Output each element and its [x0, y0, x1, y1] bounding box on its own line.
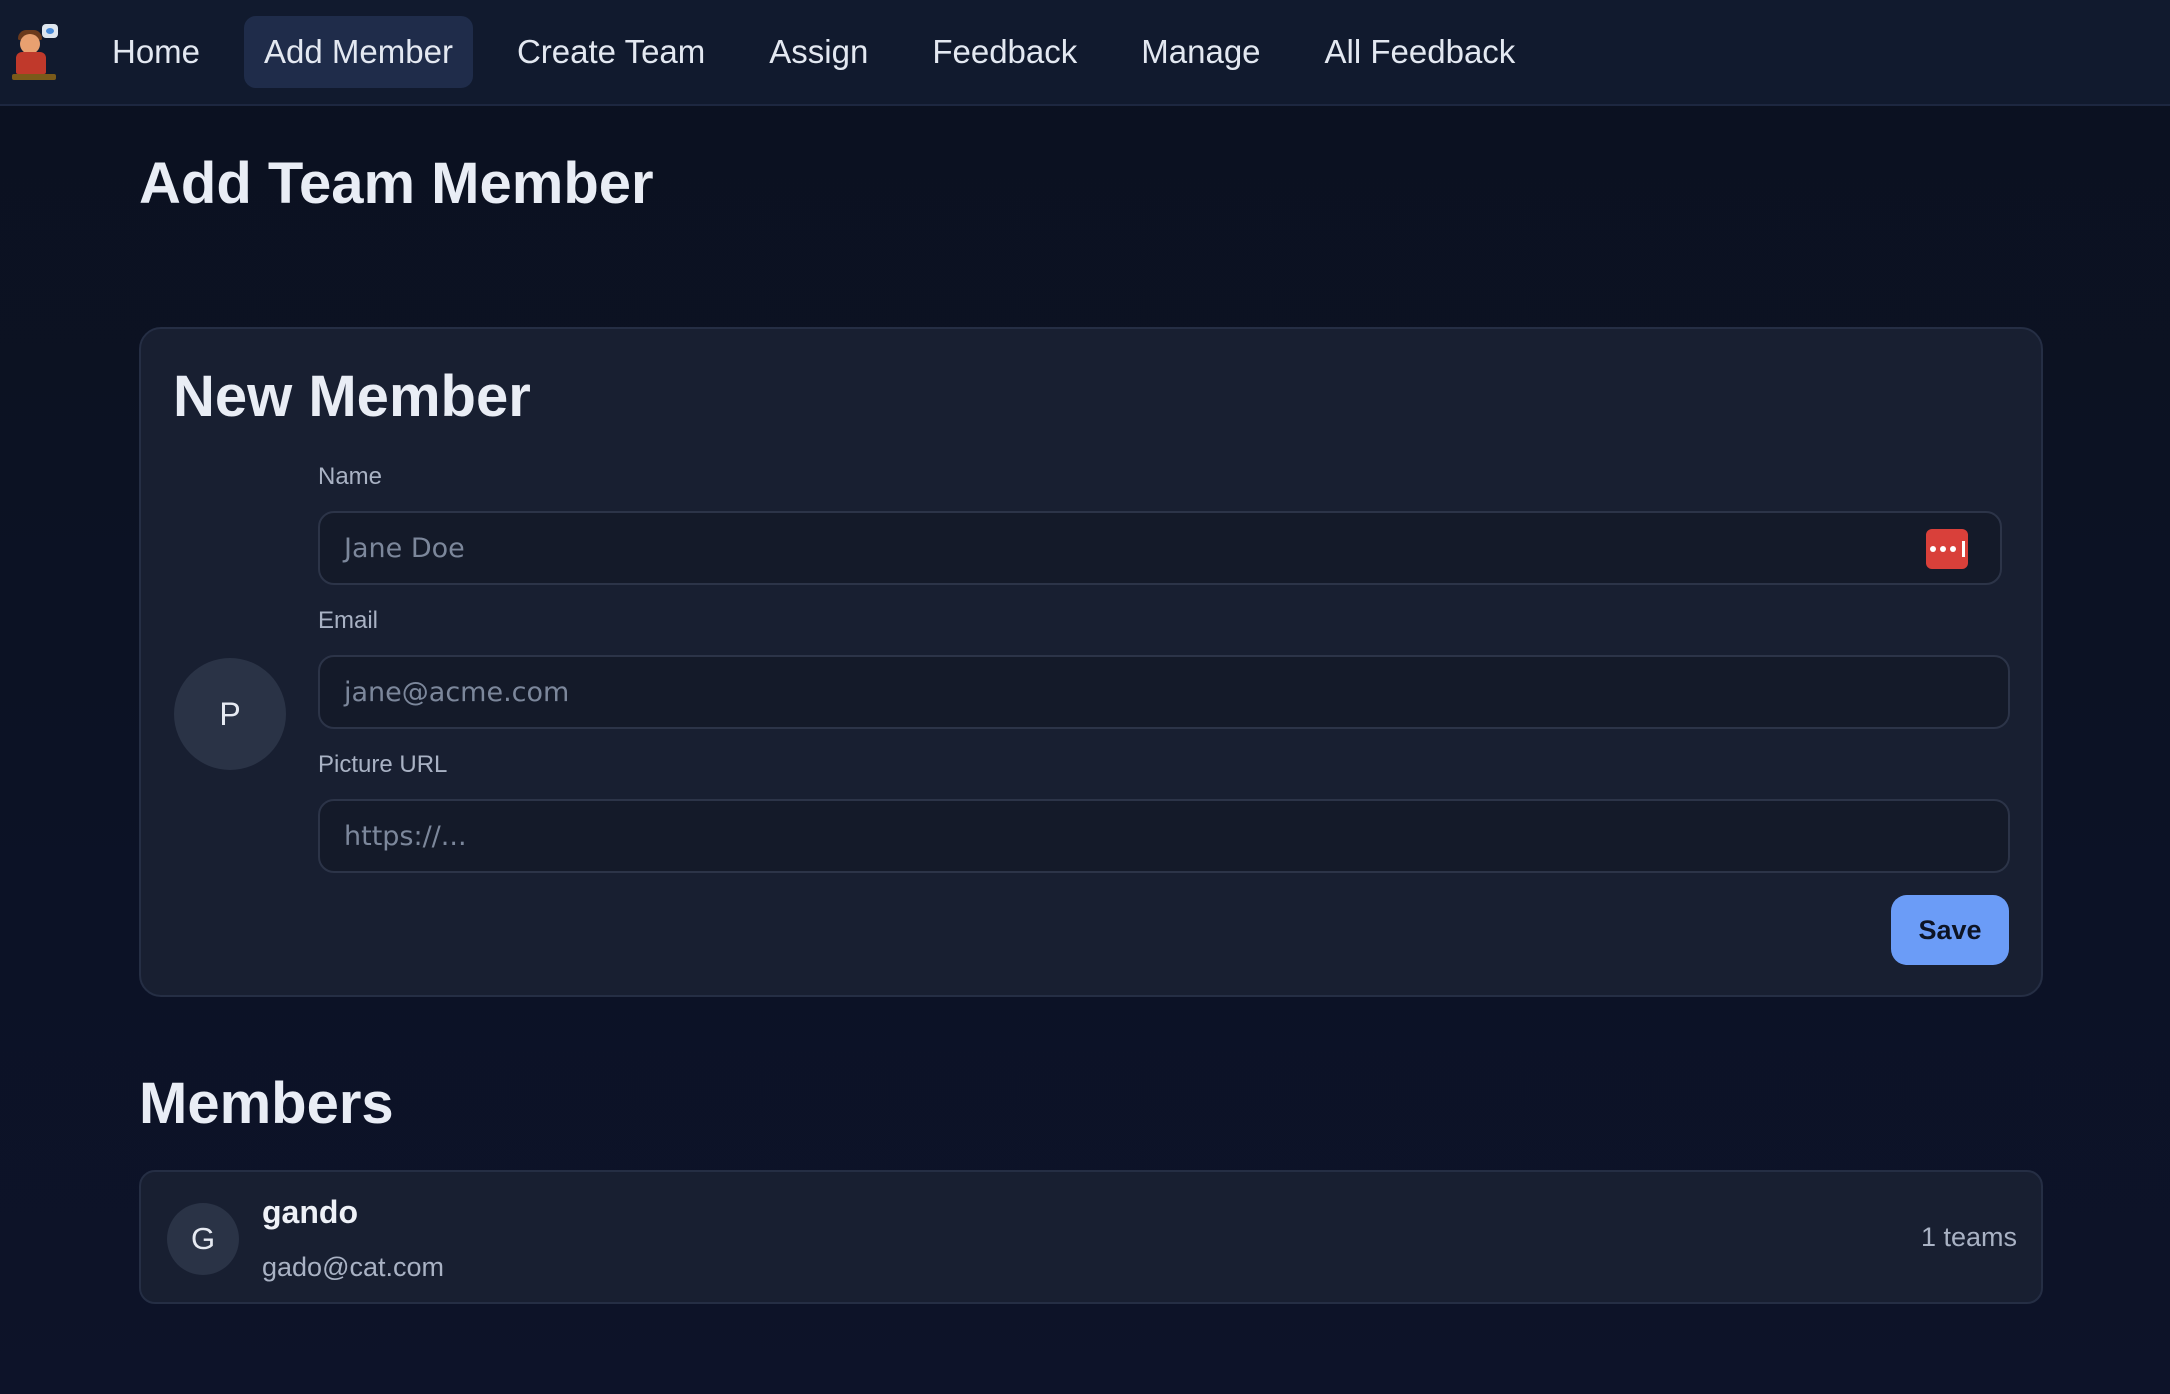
member-email: gado@cat.com: [262, 1252, 444, 1282]
new-member-card: New Member P Name Jane Doe Email jane@ac…: [139, 327, 2043, 997]
avatar-preview: P: [174, 658, 286, 770]
nav-item-all-feedback[interactable]: All Feedback: [1305, 16, 1536, 88]
member-row[interactable]: G gando gado@cat.com 1 teams: [139, 1170, 2043, 1304]
picture-url-label: Picture URL: [318, 751, 448, 778]
email-placeholder: jane@acme.com: [344, 676, 570, 708]
members-title: Members: [139, 1071, 394, 1136]
top-nav: Home Add Member Create Team Assign Feedb…: [0, 0, 2170, 106]
picture-url-input[interactable]: https://...: [318, 799, 2010, 873]
member-teams-count: 1 teams: [1920, 1222, 2017, 1252]
app-logo-icon[interactable]: [12, 22, 60, 82]
member-name: gando: [262, 1194, 358, 1230]
member-avatar: G: [167, 1203, 239, 1275]
nav-item-create-team[interactable]: Create Team: [497, 16, 725, 88]
picture-url-placeholder: https://...: [344, 820, 467, 852]
nav-item-manage[interactable]: Manage: [1121, 16, 1280, 88]
nav-item-add-member[interactable]: Add Member: [244, 16, 473, 88]
password-manager-icon[interactable]: [1926, 529, 1968, 569]
name-placeholder: Jane Doe: [344, 532, 465, 564]
nav-item-assign[interactable]: Assign: [749, 16, 888, 88]
page-title: Add Team Member: [139, 151, 654, 216]
name-input[interactable]: Jane Doe: [318, 511, 2002, 585]
card-title: New Member: [173, 364, 531, 429]
save-button[interactable]: Save: [1891, 895, 2009, 965]
email-input[interactable]: jane@acme.com: [318, 655, 2010, 729]
name-label: Name: [318, 463, 383, 490]
nav-item-feedback[interactable]: Feedback: [912, 16, 1097, 88]
email-label: Email: [318, 607, 379, 634]
nav-item-home[interactable]: Home: [92, 16, 220, 88]
